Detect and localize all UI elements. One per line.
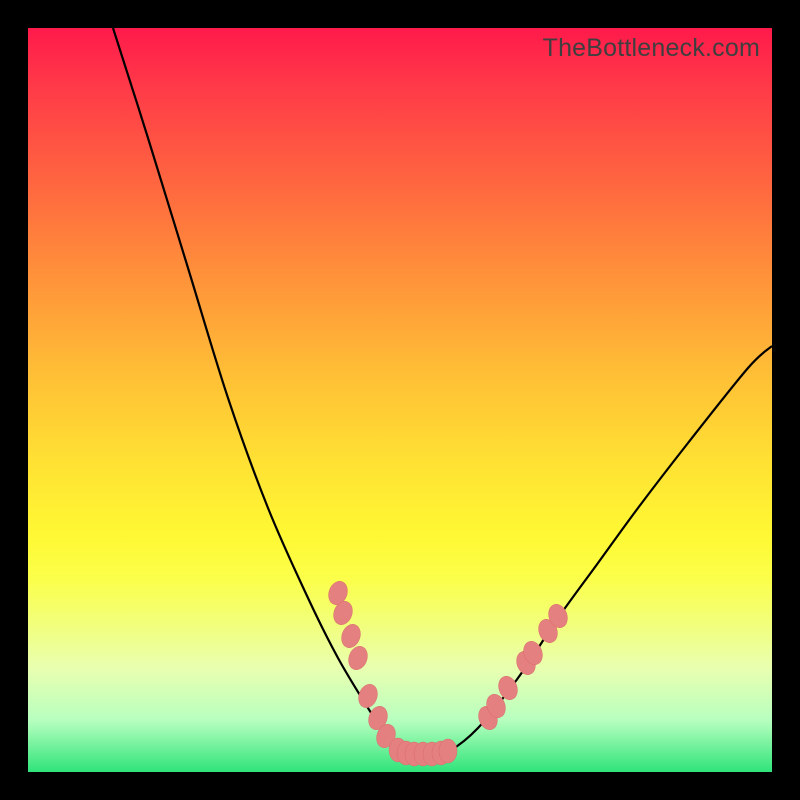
chart-frame: TheBottleneck.com [0, 0, 800, 800]
chart-svg [28, 28, 772, 772]
curve-path [113, 28, 772, 755]
data-marker [355, 682, 380, 711]
plot-area: TheBottleneck.com [28, 28, 772, 772]
v-curve [113, 28, 772, 755]
data-marker [439, 739, 457, 763]
marker-group [325, 579, 570, 766]
